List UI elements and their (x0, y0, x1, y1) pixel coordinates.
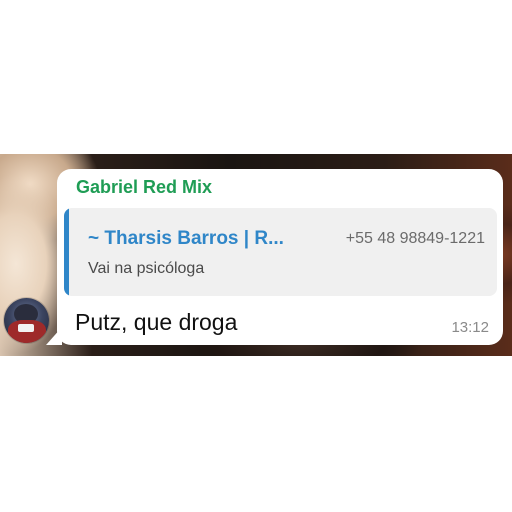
quoted-phone: +55 48 98849-1221 (345, 230, 485, 247)
message-time: 13:12 (451, 319, 489, 336)
quote-accent-bar (64, 208, 69, 296)
quoted-message[interactable]: ~ Tharsis Barros | R... +55 48 98849-122… (64, 208, 497, 296)
message-bubble[interactable]: Gabriel Red Mix ~ Tharsis Barros | R... … (57, 169, 503, 345)
screenshot-stage: Gabriel Red Mix ~ Tharsis Barros | R... … (0, 0, 512, 512)
sender-avatar[interactable] (4, 298, 49, 343)
quoted-text: Vai na psicóloga (88, 260, 205, 277)
message-text: Putz, que droga (75, 309, 238, 335)
sender-name[interactable]: Gabriel Red Mix (76, 177, 212, 198)
avatar-detail-shape (18, 324, 34, 332)
quoted-author: ~ Tharsis Barros | R... (88, 228, 284, 249)
